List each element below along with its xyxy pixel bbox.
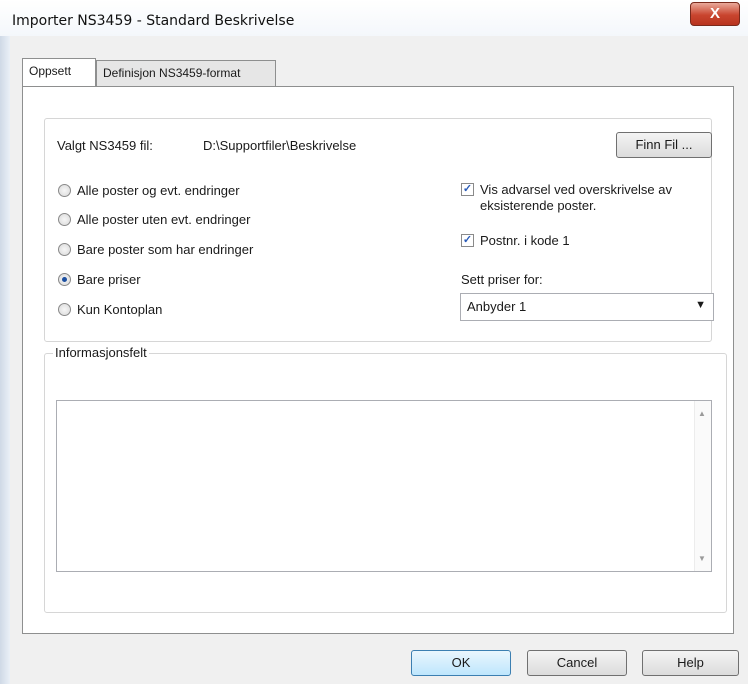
radio-label: Kun Kontoplan	[77, 302, 163, 317]
radio-label: Bare poster som har endringer	[77, 242, 254, 257]
information-label: Informasjonsfelt	[53, 345, 149, 360]
file-label: Valgt NS3459 fil:	[57, 138, 153, 153]
radio-button[interactable]	[58, 243, 71, 256]
find-file-button[interactable]: Finn Fil ...	[616, 132, 712, 158]
radio-label: Alle poster og evt. endringer	[77, 183, 240, 198]
radio-button-selected[interactable]	[58, 273, 71, 286]
checkbox-label: Postnr. i kode 1	[480, 233, 570, 248]
tab-panel-oppsett: Valgt NS3459 fil: D:\Supportfiler\Beskri…	[22, 86, 734, 634]
prices-dropdown[interactable]: Anbyder 1 ▼	[460, 293, 714, 321]
ok-button[interactable]: OK	[411, 650, 511, 676]
chevron-down-icon[interactable]: ▼	[695, 299, 706, 311]
title-bar[interactable]: Importer NS3459 - Standard Beskrivelse X	[0, 0, 748, 36]
cancel-button[interactable]: Cancel	[527, 650, 627, 676]
prices-dropdown-value: Anbyder 1	[467, 299, 527, 314]
scroll-up-icon[interactable]: ▲	[698, 409, 706, 418]
radio-label: Bare priser	[77, 272, 141, 287]
prices-label: Sett priser for:	[461, 272, 543, 287]
checkbox-checked[interactable]: ✓	[461, 234, 474, 247]
file-path: D:\Supportfiler\Beskrivelse	[203, 138, 357, 153]
help-button[interactable]: Help	[642, 650, 739, 676]
scroll-down-icon[interactable]: ▼	[698, 554, 706, 563]
radio-label: Alle poster uten evt. endringer	[77, 212, 251, 227]
information-textarea[interactable]: ▲ ▼	[56, 400, 712, 572]
window-title: Importer NS3459 - Standard Beskrivelse	[12, 13, 295, 29]
checkbox-overwrite-warning[interactable]: ✓ Vis advarsel ved overskrivelse av eksi…	[461, 182, 711, 218]
import-dialog: Importer NS3459 - Standard Beskrivelse X…	[0, 0, 748, 684]
checkbox-checked[interactable]: ✓	[461, 183, 474, 196]
radio-button[interactable]	[58, 184, 71, 197]
radio-button[interactable]	[58, 213, 71, 226]
radio-button[interactable]	[58, 303, 71, 316]
tab-oppsett[interactable]: Oppsett	[22, 58, 96, 86]
checkbox-label: Vis advarsel ved overskrivelse av eksist…	[480, 182, 672, 213]
vertical-scrollbar[interactable]: ▲ ▼	[694, 401, 711, 571]
close-button[interactable]: X	[690, 2, 740, 26]
window-frame-edge	[0, 36, 10, 684]
tab-definisjon[interactable]: Definisjon NS3459-format	[96, 60, 276, 86]
